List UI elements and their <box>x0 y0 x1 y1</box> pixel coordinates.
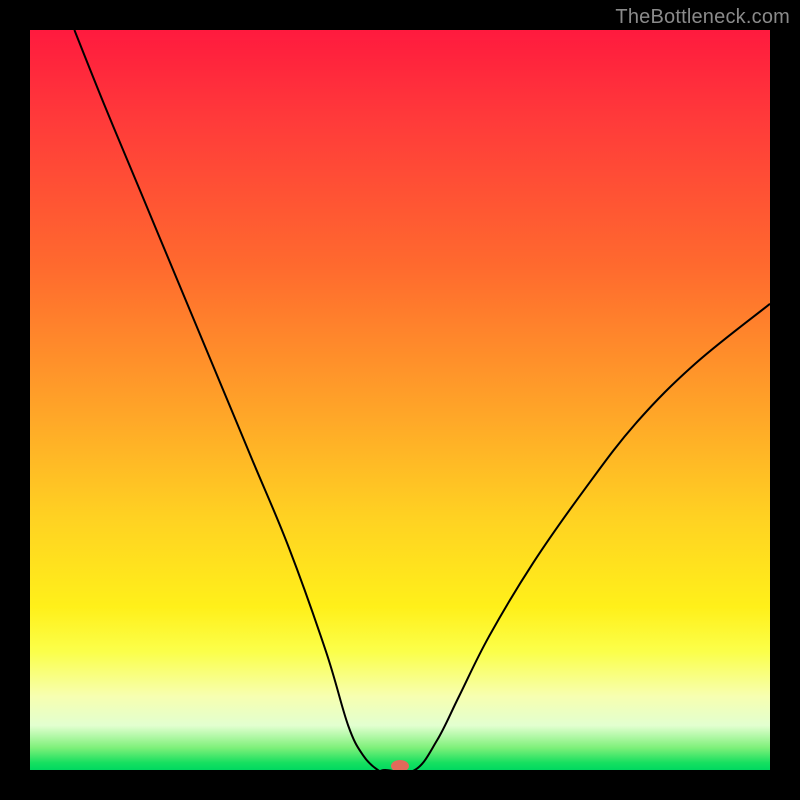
bottleneck-curve <box>74 30 770 770</box>
optimal-point-marker <box>391 760 409 770</box>
watermark-text: TheBottleneck.com <box>615 6 790 29</box>
plot-area <box>30 30 770 770</box>
bottleneck-curve-svg <box>30 30 770 770</box>
chart-frame: TheBottleneck.com <box>0 0 800 800</box>
